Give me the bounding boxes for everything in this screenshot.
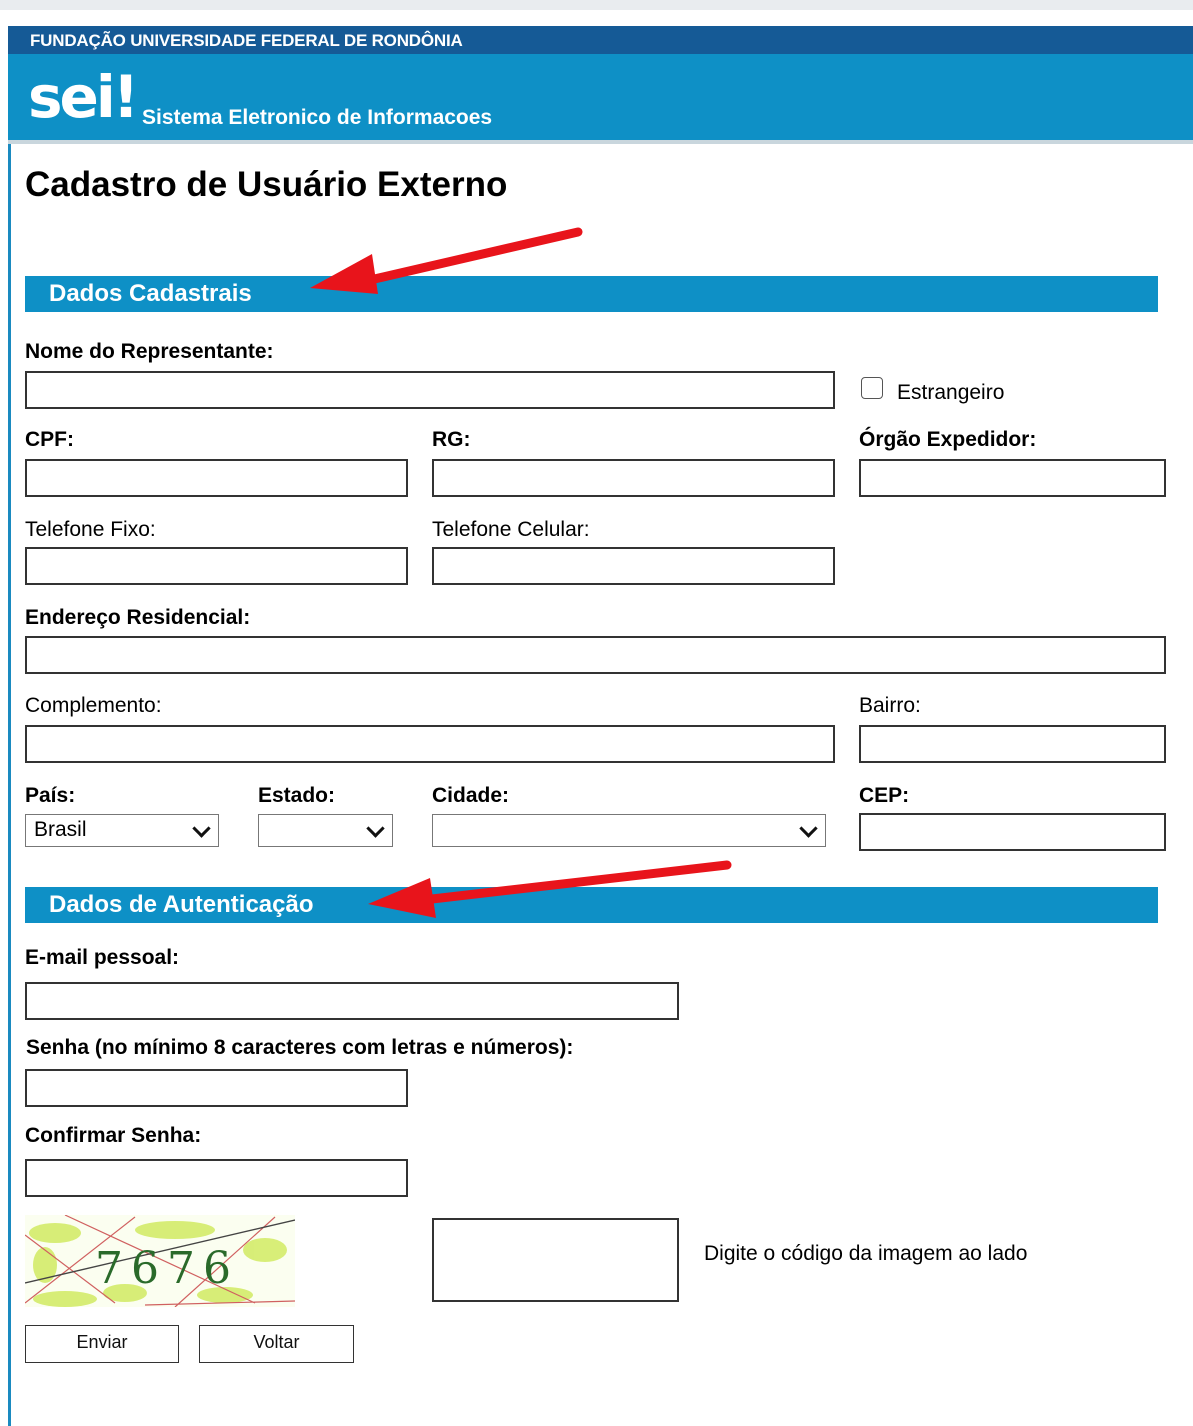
annotation-arrows [310,227,732,918]
red-arrow-autenticacao [368,860,732,918]
red-arrow-cadastrais [310,227,583,294]
